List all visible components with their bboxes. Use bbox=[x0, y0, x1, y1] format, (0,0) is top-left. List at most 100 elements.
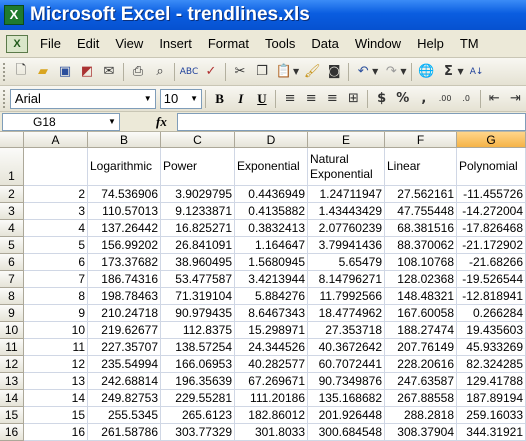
table-cell[interactable]: 9.1233871 bbox=[161, 203, 235, 220]
table-cell[interactable]: 82.324285 bbox=[457, 356, 526, 373]
table-cell[interactable]: 0.4436949 bbox=[235, 186, 308, 203]
redo-dropdown-icon[interactable]: ▼ bbox=[400, 67, 406, 76]
select-all-corner[interactable] bbox=[0, 132, 24, 148]
table-cell[interactable]: 38.960495 bbox=[161, 254, 235, 271]
menu-window[interactable]: Window bbox=[347, 36, 409, 51]
table-cell[interactable]: 166.06953 bbox=[161, 356, 235, 373]
table-cell[interactable]: 138.57254 bbox=[161, 339, 235, 356]
decrease-indent-icon[interactable]: ⇤ bbox=[485, 89, 504, 109]
percent-icon[interactable]: % bbox=[393, 89, 412, 109]
table-cell[interactable]: 8.14796271 bbox=[308, 271, 385, 288]
table-cell[interactable]: 247.63587 bbox=[385, 373, 457, 390]
email-icon[interactable]: ✉ bbox=[99, 62, 119, 82]
table-cell[interactable]: 187.89194 bbox=[457, 390, 526, 407]
table-cell[interactable]: 0.4135882 bbox=[235, 203, 308, 220]
table-cell[interactable]: 45.933269 bbox=[457, 339, 526, 356]
table-cell[interactable]: 15 bbox=[24, 407, 88, 424]
table-cell[interactable]: 1.5680945 bbox=[235, 254, 308, 271]
row-header-7[interactable]: 7 bbox=[0, 271, 24, 288]
undo-dropdown-icon[interactable]: ▼ bbox=[372, 67, 378, 76]
column-header-a[interactable]: A bbox=[24, 132, 88, 148]
row-header-8[interactable]: 8 bbox=[0, 288, 24, 305]
font-name-select[interactable]: Arial ▼ bbox=[9, 88, 156, 109]
table-cell[interactable]: 229.55281 bbox=[161, 390, 235, 407]
table-cell[interactable]: 129.41788 bbox=[457, 373, 526, 390]
paste-dropdown-icon[interactable]: ▼ bbox=[293, 67, 299, 76]
permission-icon[interactable]: ◩ bbox=[77, 62, 97, 82]
increase-indent-icon[interactable]: ⇥ bbox=[506, 89, 525, 109]
table-cell[interactable]: 198.78463 bbox=[88, 288, 161, 305]
table-cell[interactable]: 210.24718 bbox=[88, 305, 161, 322]
table-cell[interactable]: 255.5345 bbox=[88, 407, 161, 424]
row-header-9[interactable]: 9 bbox=[0, 305, 24, 322]
column-title-cell[interactable]: Logarithmic bbox=[88, 148, 161, 186]
table-cell[interactable]: 196.35639 bbox=[161, 373, 235, 390]
menu-file[interactable]: File bbox=[32, 36, 69, 51]
table-cell[interactable]: 148.48321 bbox=[385, 288, 457, 305]
column-header-e[interactable]: E bbox=[308, 132, 385, 148]
table-cell[interactable]: 201.926448 bbox=[308, 407, 385, 424]
column-header-d[interactable]: D bbox=[235, 132, 308, 148]
table-cell[interactable]: 74.536906 bbox=[88, 186, 161, 203]
row-header-1[interactable]: 1 bbox=[0, 148, 24, 186]
table-cell[interactable]: 18.4774962 bbox=[308, 305, 385, 322]
sort-ascending-icon[interactable]: A↓ bbox=[467, 62, 487, 82]
table-cell[interactable]: 27.562161 bbox=[385, 186, 457, 203]
column-title-cell[interactable]: Polynomial bbox=[457, 148, 526, 186]
table-cell[interactable]: 90.7349876 bbox=[308, 373, 385, 390]
column-title-cell[interactable]: Power bbox=[161, 148, 235, 186]
column-header-c[interactable]: C bbox=[161, 132, 235, 148]
column-title-cell[interactable]: Natural Exponential bbox=[308, 148, 385, 186]
menu-help[interactable]: Help bbox=[409, 36, 452, 51]
toolbar-grip[interactable] bbox=[3, 89, 7, 108]
table-cell[interactable]: 5.884276 bbox=[235, 288, 308, 305]
table-cell[interactable]: 156.99202 bbox=[88, 237, 161, 254]
table-cell[interactable]: 2 bbox=[24, 186, 88, 203]
table-cell[interactable]: 26.841091 bbox=[161, 237, 235, 254]
row-header-12[interactable]: 12 bbox=[0, 356, 24, 373]
table-cell[interactable]: 16.825271 bbox=[161, 220, 235, 237]
redo-icon[interactable]: ↷ bbox=[381, 62, 401, 82]
table-cell[interactable]: 207.76149 bbox=[385, 339, 457, 356]
table-cell[interactable]: 9 bbox=[24, 305, 88, 322]
table-cell[interactable]: 137.26442 bbox=[88, 220, 161, 237]
row-header-10[interactable]: 10 bbox=[0, 322, 24, 339]
undo-icon[interactable]: ↶ bbox=[353, 62, 373, 82]
save-icon[interactable]: ▣ bbox=[55, 62, 75, 82]
row-header-14[interactable]: 14 bbox=[0, 390, 24, 407]
align-left-icon[interactable]: ≡ bbox=[280, 89, 299, 109]
column-header-g[interactable]: G bbox=[457, 132, 526, 148]
table-cell[interactable]: 112.8375 bbox=[161, 322, 235, 339]
print-icon[interactable]: ⎙ bbox=[128, 62, 148, 82]
chevron-down-icon[interactable]: ▼ bbox=[105, 113, 119, 131]
name-box[interactable]: G18 ▼ bbox=[2, 112, 120, 131]
chevron-down-icon[interactable]: ▼ bbox=[141, 90, 155, 108]
hyperlink-icon[interactable]: 🌐 bbox=[416, 62, 436, 82]
table-cell[interactable]: 53.477587 bbox=[161, 271, 235, 288]
table-cell[interactable]: 249.82753 bbox=[88, 390, 161, 407]
excel-app-icon[interactable]: X bbox=[4, 5, 24, 25]
currency-icon[interactable]: $ bbox=[372, 89, 391, 109]
table-cell[interactable]: 14 bbox=[24, 390, 88, 407]
table-cell[interactable]: 40.282577 bbox=[235, 356, 308, 373]
table-cell[interactable]: 167.60058 bbox=[385, 305, 457, 322]
table-cell[interactable]: 267.88558 bbox=[385, 390, 457, 407]
new-icon[interactable]: 🗋 bbox=[11, 62, 31, 82]
row-header-5[interactable]: 5 bbox=[0, 237, 24, 254]
column-title-cell[interactable] bbox=[24, 148, 88, 186]
table-cell[interactable]: 111.20186 bbox=[235, 390, 308, 407]
table-cell[interactable]: 11 bbox=[24, 339, 88, 356]
table-cell[interactable]: 19.435603 bbox=[457, 322, 526, 339]
table-cell[interactable]: -14.272004 bbox=[457, 203, 526, 220]
table-cell[interactable]: 40.3672642 bbox=[308, 339, 385, 356]
decrease-decimal-icon[interactable]: .0 bbox=[457, 89, 476, 109]
table-cell[interactable]: 188.27474 bbox=[385, 322, 457, 339]
table-cell[interactable]: 3.4213944 bbox=[235, 271, 308, 288]
autosum-icon[interactable]: Σ bbox=[438, 62, 458, 82]
column-title-cell[interactable]: Linear bbox=[385, 148, 457, 186]
table-cell[interactable]: 235.54994 bbox=[88, 356, 161, 373]
table-cell[interactable]: 6 bbox=[24, 254, 88, 271]
menu-tools[interactable]: Tools bbox=[257, 36, 303, 51]
table-cell[interactable]: 265.6123 bbox=[161, 407, 235, 424]
format-painter-icon[interactable]: 🖌 bbox=[302, 62, 322, 82]
